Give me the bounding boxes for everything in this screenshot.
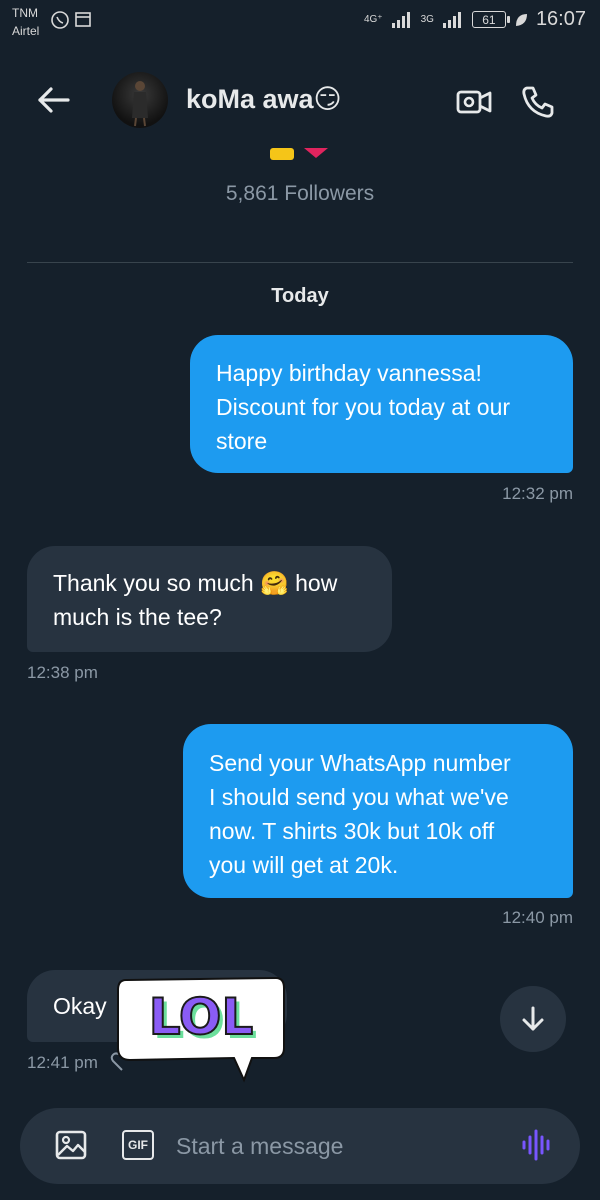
message-timestamp: 12:38 pm [27,663,98,682]
message-line: store [216,428,268,454]
message-line: Send your WhatsApp number [209,750,511,776]
video-call-icon[interactable] [454,82,494,122]
message-timestamp: 12:32 pm [502,484,573,503]
date-separator: Today [271,285,329,307]
sticker-text: LOL [148,987,254,1047]
battery-indicator: 61 [471,11,510,28]
carrier-top: TNM [12,6,38,20]
clock: 16:07 [535,8,586,30]
conversation-header: koMa awa😏 [0,64,600,140]
leaf-icon [515,13,527,26]
message-line: much is the tee? [53,604,222,630]
message-line: I should send you what we've [209,784,509,810]
signal-icon-2 [442,11,461,28]
message-bubble-incoming[interactable]: Thank you so much 🤗 how much is the tee? [27,546,392,652]
scroll-to-bottom-button[interactable] [500,986,566,1052]
message-line: now. T shirts 30k but 10k off [209,818,495,844]
arrow-left-icon[interactable] [34,84,74,116]
network-type-2: 3G [420,14,434,25]
divider [27,262,573,263]
message-line: you will get at 20k. [209,852,399,878]
message-line: Happy birthday vannessa! [216,360,482,386]
network-type-1: 4G⁺ [363,14,383,25]
avatar[interactable] [112,72,168,128]
profile-bio-emojis [270,148,328,160]
followers-count[interactable]: 5,861 Followers [0,182,600,206]
lol-sticker[interactable]: LOL [112,972,290,1090]
carrier-bottom: Airtel [12,24,40,38]
gif-button[interactable]: GIF [122,1130,154,1160]
message-timestamp: 12:40 pm [502,908,573,927]
message-composer: GIF [20,1108,580,1184]
message-bubble-outgoing[interactable]: Happy birthday vannessa! Discount for yo… [190,335,573,473]
message-input[interactable] [176,1128,496,1164]
message-timestamp: 12:41 pm [27,1053,98,1072]
contact-name[interactable]: koMa awa😏 [186,84,342,115]
message-line: Thank you so much 🤗 how [53,570,338,596]
voice-message-icon[interactable] [520,1128,554,1162]
arrow-down-icon [522,1006,544,1031]
status-bar: TNM Airtel 4G⁺ 3G 61 16:07 [0,0,600,48]
message-line: Discount for you today at our [216,394,511,420]
avatar-figure [132,81,148,127]
whatsapp-status-icon [51,11,69,29]
calendar-status-icon [75,12,91,27]
phone-call-icon[interactable] [518,82,558,122]
image-icon[interactable] [54,1128,88,1162]
message-bubble-outgoing[interactable]: Send your WhatsApp number I should send … [183,724,573,898]
signal-icon [391,11,410,28]
